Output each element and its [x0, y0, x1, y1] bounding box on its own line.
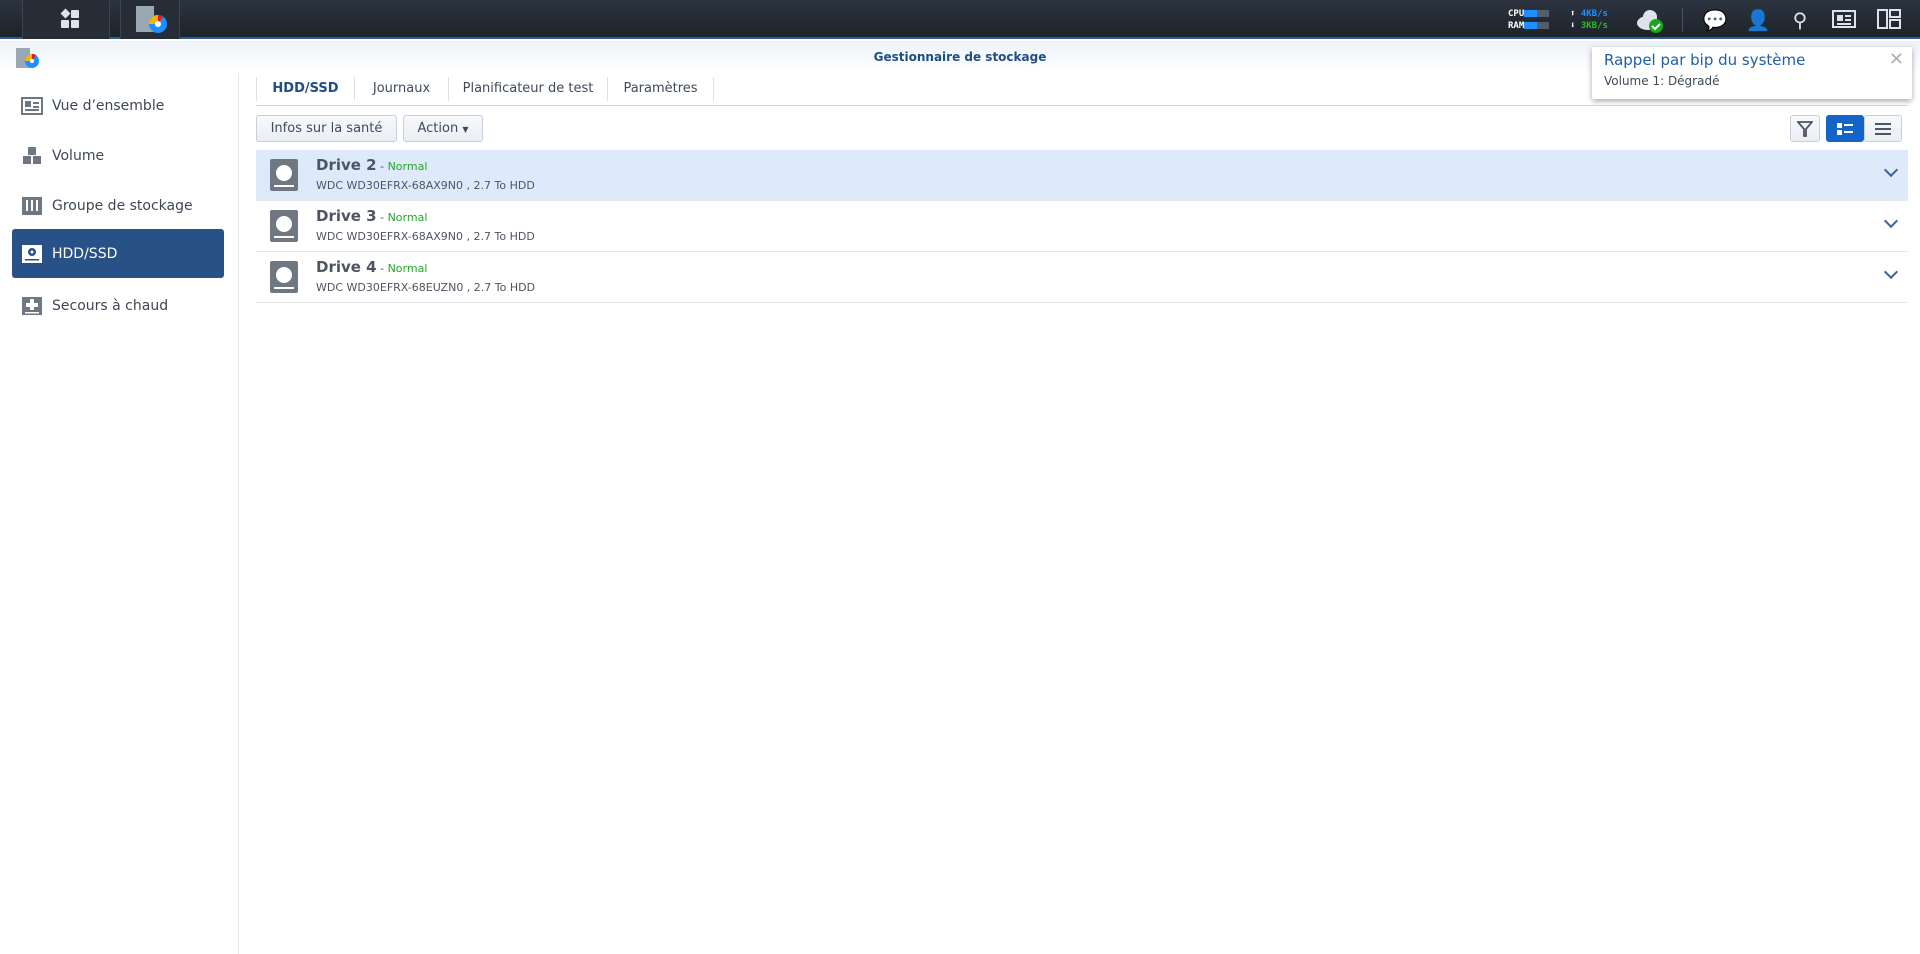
hard-drive-icon: [21, 244, 43, 264]
sidebar-item-storage-pool[interactable]: Groupe de stockage: [12, 181, 224, 230]
drive-status: Normal: [387, 262, 428, 275]
tab-settings[interactable]: Paramètres: [608, 77, 714, 101]
divider: [1682, 8, 1683, 32]
drive-row[interactable]: Drive 2 - Normal WDC WD30EFRX-68AX9N0 , …: [256, 150, 1908, 201]
drive-row[interactable]: Drive 4 - Normal WDC WD30EFRX-68EUZN0 , …: [256, 252, 1908, 303]
drive-description: WDC WD30EFRX-68AX9N0 , 2.7 To HDD: [316, 179, 535, 192]
close-icon[interactable]: ✕: [1889, 49, 1904, 70]
storage-manager-taskbar-button[interactable]: [120, 0, 180, 39]
cpu-usage-bar: [1524, 10, 1550, 17]
storage-manager-app-icon: [136, 6, 167, 33]
tab-logs[interactable]: Journaux: [355, 77, 449, 101]
sidebar-item-hdd-ssd[interactable]: HDD/SSD: [12, 229, 224, 278]
detail-view-button[interactable]: [1826, 115, 1864, 142]
sidebar-item-volume[interactable]: Volume: [12, 131, 224, 180]
volume-cubes-icon: [21, 146, 43, 166]
filter-icon: [1796, 121, 1814, 137]
drive-name: Drive 2: [316, 156, 377, 174]
resource-monitor[interactable]: CPU RAM: [1508, 8, 1550, 32]
overview-icon: [21, 96, 43, 116]
chevron-down-icon[interactable]: [1883, 264, 1899, 280]
separator: -: [376, 262, 388, 275]
sidebar-item-label: Secours à chaud: [52, 297, 169, 314]
chat-icon[interactable]: 💬: [1702, 8, 1728, 32]
sidebar-item-label: Vue d’ensemble: [52, 97, 165, 114]
tab-test-scheduler[interactable]: Planificateur de test: [449, 77, 608, 101]
hard-drive-icon: [270, 159, 298, 191]
download-arrow-icon: ⬇: [1570, 21, 1576, 31]
cpu-label: CPU: [1508, 9, 1525, 19]
separator: -: [376, 211, 388, 224]
ram-usage-bar: [1524, 22, 1550, 29]
notification-message: Volume 1: Dégradé: [1604, 74, 1720, 88]
download-speed: 3KB/s: [1580, 21, 1608, 31]
notification-title: Rappel par bip du système: [1604, 51, 1806, 69]
sidebar-item-overview[interactable]: Vue d’ensemble: [12, 81, 224, 130]
sidebar-item-label: HDD/SSD: [52, 245, 118, 262]
upload-speed: 4KB/s: [1580, 9, 1608, 19]
sidebar: Vue d’ensemble Volume Groupe de stockage…: [0, 73, 239, 954]
search-icon[interactable]: ⚲: [1787, 8, 1813, 32]
sidebar-item-label: Groupe de stockage: [52, 197, 193, 214]
health-info-button[interactable]: Infos sur la santé: [256, 115, 397, 142]
drive-row[interactable]: Drive 3 - Normal WDC WD30EFRX-68AX9N0 , …: [256, 201, 1908, 252]
cloud-sync-ok-icon[interactable]: [1636, 8, 1666, 33]
drive-status: Normal: [387, 160, 428, 173]
network-monitor: ⬆ 4KB/s ⬇ 3KB/s: [1570, 8, 1608, 32]
drive-name: Drive 3: [316, 207, 377, 225]
hard-drive-icon: [270, 210, 298, 242]
filter-button[interactable]: [1790, 115, 1820, 142]
separator: -: [376, 160, 388, 173]
sidebar-item-label: Volume: [52, 147, 105, 164]
user-icon[interactable]: 👤: [1745, 8, 1771, 32]
tab-hdd-ssd[interactable]: HDD/SSD: [256, 77, 355, 101]
list-view-button[interactable]: [1864, 115, 1902, 142]
detail-list-icon: [1837, 123, 1853, 135]
main-menu-button[interactable]: [22, 0, 110, 39]
hot-spare-plus-icon: [21, 296, 43, 316]
notification-popup[interactable]: Rappel par bip du système Volume 1: Dégr…: [1592, 47, 1912, 99]
grid-icon: [60, 8, 79, 28]
drive-name: Drive 4: [316, 258, 377, 276]
hard-drive-icon: [270, 261, 298, 293]
drive-description: WDC WD30EFRX-68EUZN0 , 2.7 To HDD: [316, 281, 536, 294]
taskbar: CPU RAM ⬆ 4KB/s ⬇ 3KB/s 💬 👤 ⚲: [0, 0, 1920, 39]
notifications-widget-icon[interactable]: [1831, 8, 1857, 32]
sidebar-item-hot-spare[interactable]: Secours à chaud: [12, 281, 224, 330]
drive-description: WDC WD30EFRX-68AX9N0 , 2.7 To HDD: [316, 230, 535, 243]
chevron-down-icon[interactable]: [1883, 213, 1899, 229]
storage-pool-icon: [21, 196, 43, 216]
widgets-icon[interactable]: [1876, 8, 1902, 32]
action-dropdown-button[interactable]: Action ▼: [403, 115, 483, 142]
action-label: Action: [417, 121, 459, 136]
chevron-down-icon[interactable]: [1883, 162, 1899, 178]
ram-label: RAM: [1508, 21, 1525, 31]
list-icon: [1875, 123, 1891, 135]
drive-status: Normal: [387, 211, 428, 224]
caret-down-icon: ▼: [462, 125, 469, 134]
upload-arrow-icon: ⬆: [1570, 9, 1576, 19]
